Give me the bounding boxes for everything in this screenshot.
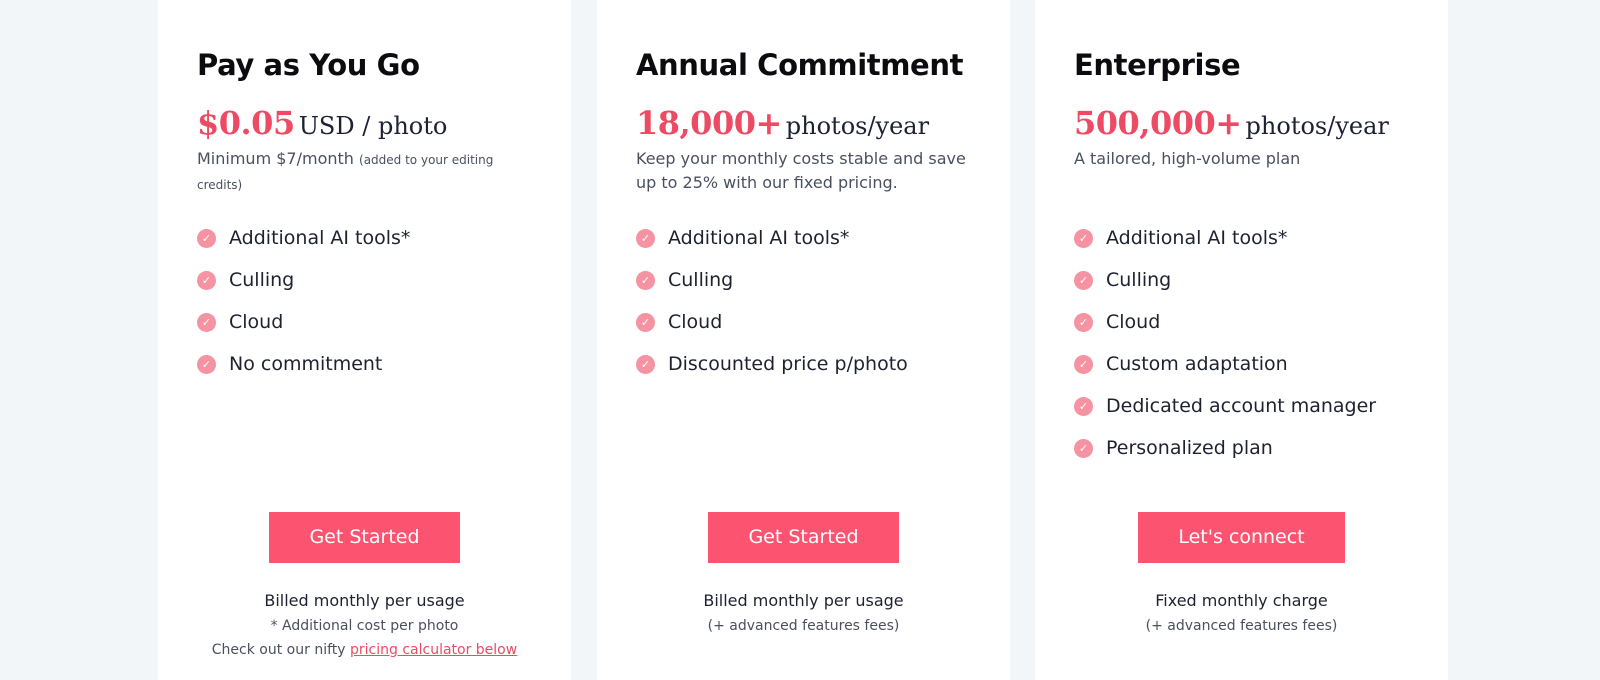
advanced-fees-note: (+ advanced features fees) bbox=[1145, 618, 1338, 634]
check-circle-icon: ✓ bbox=[1074, 438, 1093, 458]
check-circle-icon: ✓ bbox=[197, 228, 216, 248]
lets-connect-button[interactable]: Let's connect bbox=[1138, 512, 1345, 563]
check-circle-icon: ✓ bbox=[197, 354, 216, 374]
price-amount: $0.05 bbox=[197, 104, 295, 142]
additional-cost-note: * Additional cost per photo bbox=[270, 618, 459, 634]
check-circle-icon: ✓ bbox=[1074, 354, 1093, 374]
feature-item: ✓ Additional AI tools* bbox=[1074, 217, 1376, 259]
feature-item: ✓ Additional AI tools* bbox=[197, 217, 410, 259]
plan-card-enterprise: Enterprise 500,000+ photos/year A tailore… bbox=[1035, 0, 1448, 680]
get-started-button[interactable]: Get Started bbox=[269, 512, 460, 563]
plan-card-annual-commitment: Annual Commitment 18,000+ photos/year Kee… bbox=[597, 0, 1010, 680]
feature-label: Custom adaptation bbox=[1106, 353, 1288, 375]
plan-price: 500,000+ photos/year bbox=[1074, 104, 1389, 142]
feature-label: Cloud bbox=[229, 311, 284, 333]
plan-title: Annual Commitment bbox=[636, 48, 964, 82]
pricing-calculator-link[interactable]: pricing calculator below bbox=[350, 642, 517, 658]
advanced-fees-note: (+ advanced features fees) bbox=[707, 618, 900, 634]
feature-label: Cloud bbox=[668, 311, 723, 333]
billing-text: Billed monthly per usage bbox=[703, 591, 904, 610]
feature-item: ✓ Cloud bbox=[636, 301, 908, 343]
check-circle-icon: ✓ bbox=[1074, 270, 1093, 290]
feature-list: ✓ Additional AI tools* ✓ Culling ✓ Cloud ✓ N… bbox=[197, 223, 410, 391]
price-unit: photos/year bbox=[1245, 112, 1389, 140]
price-unit: photos/year bbox=[785, 112, 930, 140]
get-started-button[interactable]: Get Started bbox=[708, 512, 899, 563]
plan-minimum: Minimum $7/month bbox=[197, 149, 354, 168]
feature-item: ✓ Discounted price p/photo bbox=[636, 343, 908, 385]
feature-label: Dedicated account manager bbox=[1106, 395, 1377, 417]
plan-subtext: Minimum $7/month (added to your editing … bbox=[197, 147, 537, 197]
feature-item: ✓ Culling bbox=[1074, 259, 1376, 301]
feature-item: ✓ Culling bbox=[197, 259, 410, 301]
plan-price: 18,000+ photos/year bbox=[636, 104, 929, 142]
feature-label: Additional AI tools* bbox=[229, 227, 411, 249]
feature-label: Culling bbox=[1106, 269, 1172, 291]
feature-item: ✓ Culling bbox=[636, 259, 908, 301]
feature-item: ✓ No commitment bbox=[197, 343, 410, 385]
billing-text: Fixed monthly charge bbox=[1155, 591, 1328, 610]
feature-label: Additional AI tools* bbox=[668, 227, 850, 249]
check-circle-icon: ✓ bbox=[1074, 312, 1093, 332]
price-unit: USD / photo bbox=[298, 112, 448, 140]
feature-list: ✓ Additional AI tools* ✓ Culling ✓ Cloud ✓ C… bbox=[1074, 223, 1376, 475]
feature-label: Culling bbox=[668, 269, 734, 291]
feature-label: Culling bbox=[229, 269, 295, 291]
check-circle-icon: ✓ bbox=[1074, 228, 1093, 248]
feature-item: ✓ Dedicated account manager bbox=[1074, 385, 1376, 427]
feature-label: No commitment bbox=[229, 353, 383, 375]
plan-title: Enterprise bbox=[1074, 48, 1241, 82]
feature-item: ✓ Additional AI tools* bbox=[636, 217, 908, 259]
feature-item: ✓ Cloud bbox=[1074, 301, 1376, 343]
check-circle-icon: ✓ bbox=[636, 354, 655, 374]
check-circle-icon: ✓ bbox=[636, 312, 655, 332]
plan-footer: Get Started Billed monthly per usage (+ … bbox=[597, 512, 1010, 634]
calculator-note: Check out our nifty pricing calculator b… bbox=[158, 642, 571, 658]
plan-card-pay-as-you-go: Pay as You Go $0.05 USD / photo Minimum $… bbox=[158, 0, 571, 680]
feature-label: Cloud bbox=[1106, 311, 1161, 333]
check-circle-icon: ✓ bbox=[636, 270, 655, 290]
check-circle-icon: ✓ bbox=[1074, 396, 1093, 416]
feature-label: Discounted price p/photo bbox=[668, 353, 908, 375]
plan-title: Pay as You Go bbox=[197, 48, 420, 82]
plan-subtext: Keep your monthly costs stable and save … bbox=[636, 149, 966, 192]
feature-item: ✓ Personalized plan bbox=[1074, 427, 1376, 469]
plan-subtext: A tailored, high-volume plan bbox=[1074, 149, 1301, 168]
price-amount: 500,000+ bbox=[1074, 104, 1242, 142]
billing-text: Billed monthly per usage bbox=[264, 591, 465, 610]
check-circle-icon: ✓ bbox=[197, 270, 216, 290]
check-circle-icon: ✓ bbox=[197, 312, 216, 332]
feature-label: Additional AI tools* bbox=[1106, 227, 1288, 249]
feature-item: ✓ Cloud bbox=[197, 301, 410, 343]
feature-list: ✓ Additional AI tools* ✓ Culling ✓ Cloud ✓ D… bbox=[636, 223, 908, 391]
pricing-page: Pay as You Go $0.05 USD / photo Minimum $… bbox=[0, 0, 1600, 680]
price-amount: 18,000+ bbox=[636, 104, 782, 142]
feature-label: Personalized plan bbox=[1106, 437, 1273, 459]
plan-price: $0.05 USD / photo bbox=[197, 104, 447, 142]
plan-footer: Get Started Billed monthly per usage * A… bbox=[158, 512, 571, 658]
feature-item: ✓ Custom adaptation bbox=[1074, 343, 1376, 385]
calculator-note-prefix: Check out our nifty bbox=[211, 642, 346, 658]
plan-footer: Let's connect Fixed monthly charge (+ ad… bbox=[1035, 512, 1448, 634]
check-circle-icon: ✓ bbox=[636, 228, 655, 248]
